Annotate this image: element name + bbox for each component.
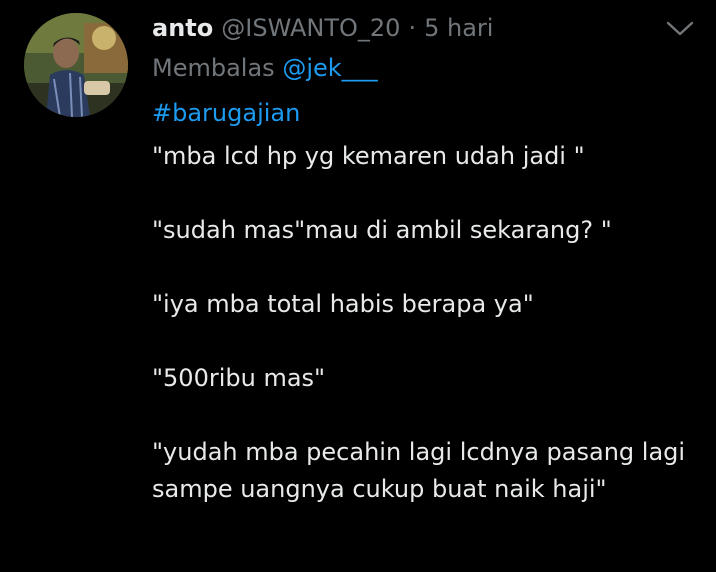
reply-mention-link[interactable]: @jek___ [282, 54, 377, 82]
tweet-paragraph: "sudah mas"mau di ambil sekarang? " [152, 216, 612, 244]
tweet-menu-button[interactable] [663, 16, 697, 40]
separator-dot: · [408, 14, 417, 42]
tweet-paragraph: "iya mba total habis berapa ya" [152, 290, 534, 318]
author-handle[interactable]: @ISWANTO_20 [221, 8, 400, 48]
tweet-paragraph: "500ribu mas" [152, 364, 326, 392]
tweet-paragraph: "mba lcd hp yg kemaren udah jadi " [152, 142, 585, 170]
profile-photo [24, 13, 128, 117]
hashtag-link[interactable]: #barugajian [152, 96, 300, 130]
tweet-text: "mba lcd hp yg kemaren udah jadi " "suda… [152, 138, 692, 508]
tweet-header: anto @ISWANTO_20 · 5 hari [152, 8, 493, 48]
reply-prefix: Membalas [152, 54, 275, 82]
timestamp[interactable]: 5 hari [424, 8, 493, 48]
reply-context: Membalas @jek___ [152, 51, 378, 85]
author-name[interactable]: anto [152, 8, 213, 48]
tweet-paragraph: "yudah mba pecahin lagi lcdnya pasang la… [152, 438, 693, 503]
avatar[interactable] [24, 13, 128, 117]
chevron-down-icon [666, 21, 694, 36]
